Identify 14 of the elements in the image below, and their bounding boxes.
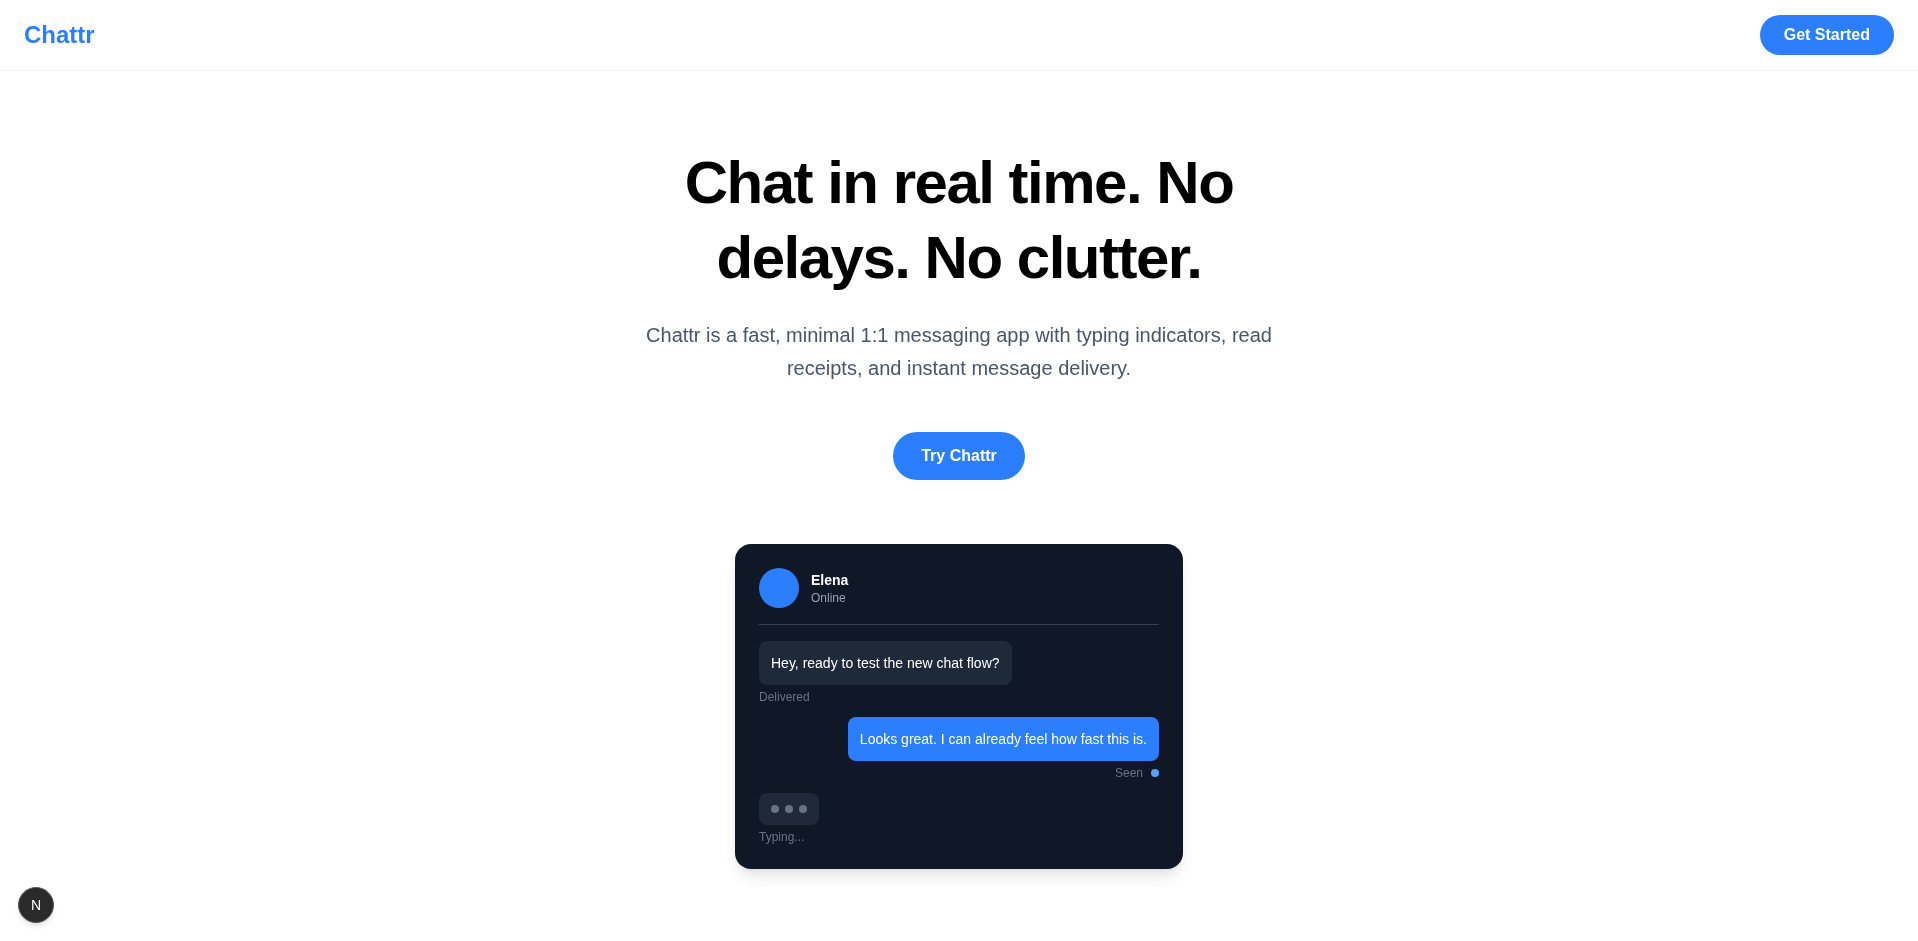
message-bubble: Looks great. I can already feel how fast this is. — [847, 717, 1159, 761]
hero-title: Chat in real time. No delays. No clutter. — [683, 148, 1235, 293]
logo-text[interactable]: Chattr — [24, 19, 95, 51]
try-button[interactable]: Try Chattr — [893, 432, 1025, 480]
message-status: Seen — [1114, 765, 1143, 781]
message-status: Typing... — [759, 829, 805, 845]
message-status: Delivered — [759, 689, 810, 705]
contact-status: Online — [811, 590, 847, 606]
avatar-icon — [759, 568, 799, 608]
get-started-button[interactable]: Get Started — [1759, 15, 1894, 55]
contact-name: Elena — [811, 571, 849, 590]
floating-badge-button[interactable]: N — [18, 887, 54, 923]
message-bubble: Hey, ready to test the new chat flow? — [759, 641, 1012, 685]
hero-subtitle: Chattr is a fast, minimal 1:1 messaging app with typing indicators, read receipts, and instant message delivery. — [645, 323, 1273, 381]
